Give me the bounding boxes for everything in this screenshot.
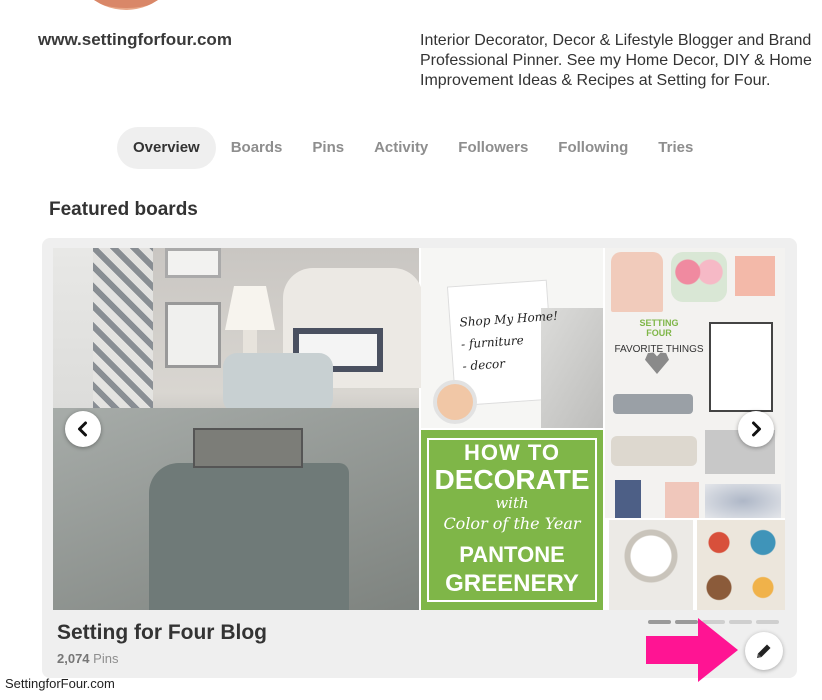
tab-overview[interactable]: Overview [117,127,216,169]
featured-boards-heading: Featured boards [49,199,198,220]
tab-pins[interactable]: Pins [297,127,359,169]
greenery-line-color-of-year: Color of the Year [443,514,581,533]
tab-boards[interactable]: Boards [216,127,298,169]
board-pin-count: 2,074 Pins [57,651,118,666]
edit-board-button[interactable] [745,632,783,670]
pin-count-label: Pins [93,651,119,666]
profile-website-link[interactable]: www.settingforfour.com [38,30,232,50]
favorite-things-image: SETTING FOUR FAVORITE THINGS [605,248,785,518]
tab-followers[interactable]: Followers [443,127,543,169]
pencil-icon [757,644,771,658]
profile-tabs: Overview Boards Pins Activity Followers … [117,127,708,169]
things-logo-setting: SETTING [639,318,679,328]
things-title: FAVORITE THINGS [614,344,704,355]
board-cover-collage[interactable]: Shop My Home! - furniture - decor HOW TO… [53,248,785,610]
tab-activity[interactable]: Activity [359,127,443,169]
pink-arrow-icon [646,618,738,682]
watermark: SettingforFour.com [5,676,115,691]
tab-tries[interactable]: Tries [643,127,708,169]
decor-grid-image [605,520,785,610]
shop-my-home-image: Shop My Home! - furniture - decor [421,248,603,428]
greenery-line-how-to: HOW TO [463,440,561,465]
things-logo-four: FOUR [646,328,672,338]
board-title[interactable]: Setting for Four Blog [57,621,267,645]
greenery-line-with: with [495,494,529,512]
pin-count-value: 2,074 [57,651,90,666]
carousel-dot[interactable] [756,620,779,624]
carousel-prev-button[interactable] [65,411,101,447]
chevron-left-icon [78,421,87,437]
profile-avatar [70,0,182,10]
greenery-line-greenery: GREENERY [445,570,579,597]
greenery-image: HOW TO DECORATE with Color of the Year P… [421,430,603,610]
tab-following[interactable]: Following [543,127,643,169]
greenery-line-decorate: DECORATE [434,464,590,495]
chevron-right-icon [752,421,761,437]
greenery-line-pantone: PANTONE [459,542,565,567]
profile-bio: Interior Decorator, Decor & Lifestyle Bl… [420,32,812,89]
heart-icon [645,352,669,374]
bedroom-image [53,248,423,610]
carousel-next-button[interactable] [738,411,774,447]
